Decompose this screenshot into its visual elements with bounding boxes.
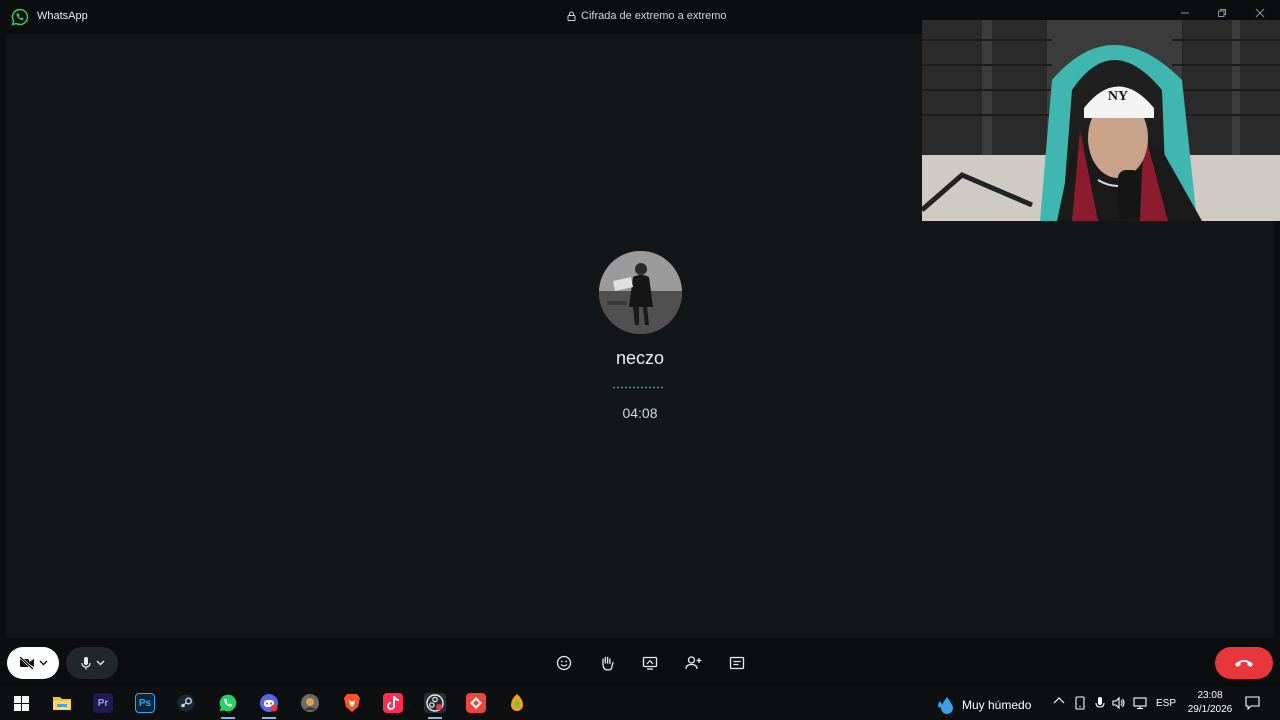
call-status-indicator xyxy=(613,386,663,389)
raise-hand-icon xyxy=(602,656,614,671)
whatsapp-active-indicator xyxy=(221,717,235,719)
discord-active-indicator xyxy=(262,717,276,719)
screen-share-icon xyxy=(642,656,658,670)
obs-icon xyxy=(426,694,444,712)
notification-icon xyxy=(1245,696,1260,711)
chevron-down-icon xyxy=(39,660,47,666)
camera-toggle-button[interactable] xyxy=(7,647,59,679)
taskbar-file-explorer[interactable] xyxy=(52,693,72,713)
share-screen-button[interactable] xyxy=(640,653,660,673)
taskbar-steam[interactable] xyxy=(176,693,196,713)
taskbar-premiere-pro[interactable]: Pr xyxy=(93,693,113,713)
windows-start-button[interactable] xyxy=(11,693,31,713)
add-participant-button[interactable] xyxy=(683,653,703,673)
taskbar-discord[interactable] xyxy=(259,693,279,713)
tray-microphone[interactable] xyxy=(1095,696,1105,713)
windows-logo-icon xyxy=(13,695,29,711)
whatsapp-icon xyxy=(219,694,237,712)
weather-text: Muy húmedo xyxy=(962,698,1032,712)
taskbar-brave[interactable] xyxy=(342,693,362,713)
minimize-icon xyxy=(1181,12,1189,14)
microphone-toggle-button[interactable] xyxy=(66,647,118,679)
taskbar-whatsapp[interactable] xyxy=(218,693,238,713)
clock-time: 23:08 xyxy=(1197,690,1223,701)
photoshop-icon: Ps xyxy=(138,697,152,709)
contact-photo xyxy=(599,251,682,334)
microphone-icon xyxy=(80,657,91,670)
tray-network[interactable] xyxy=(1133,696,1147,713)
taskbar-obs[interactable] xyxy=(424,693,446,713)
folder-icon xyxy=(53,697,71,710)
taskbar-anydesk[interactable] xyxy=(466,693,486,713)
encryption-label: Cifrada de extremo a extremo xyxy=(581,10,727,22)
taskbar-app-circle[interactable] xyxy=(300,693,320,713)
tray-overflow-button[interactable] xyxy=(1053,696,1065,707)
end-call-icon xyxy=(1235,660,1253,667)
fl-studio-icon xyxy=(511,694,523,711)
tray-device[interactable] xyxy=(1074,696,1086,713)
premiere-pro-icon: Pr xyxy=(97,697,109,709)
add-person-icon xyxy=(684,656,701,670)
contact-name: neczo xyxy=(615,348,665,368)
raise-hand-button[interactable] xyxy=(597,653,617,673)
encryption-notice: Cifrada de extremo a extremo xyxy=(567,10,727,22)
emoji-icon xyxy=(556,655,572,671)
brave-icon xyxy=(344,694,360,712)
clock-date: 29/1/2026 xyxy=(1187,704,1233,715)
speaker-icon xyxy=(1112,696,1125,710)
taskbar-photoshop[interactable]: Ps xyxy=(135,693,155,713)
end-call-button[interactable] xyxy=(1215,647,1273,679)
steam-icon xyxy=(177,694,195,712)
tiktok-icon xyxy=(387,695,400,710)
webcam-cap-logo: NY xyxy=(1108,89,1128,104)
camera-off-icon xyxy=(18,656,34,670)
captions-icon xyxy=(729,656,745,670)
reactions-button[interactable] xyxy=(554,653,574,673)
close-button[interactable] xyxy=(1250,6,1270,20)
chevron-up-icon xyxy=(1053,697,1065,704)
weather-widget[interactable]: Muy húmedo xyxy=(936,695,1031,715)
taskbar-clock[interactable]: 23:08 29/1/2026 xyxy=(1182,689,1238,717)
anydesk-icon xyxy=(470,697,482,709)
chevron-down-icon xyxy=(96,660,104,666)
device-icon xyxy=(1075,696,1085,710)
call-duration: 04:08 xyxy=(622,405,658,421)
taskbar-fl-studio[interactable] xyxy=(507,693,527,713)
discord-icon xyxy=(260,694,278,712)
app-name: WhatsApp xyxy=(37,10,88,22)
minimize-button[interactable] xyxy=(1175,6,1195,20)
app-circle-icon xyxy=(301,694,319,712)
network-icon xyxy=(1133,697,1147,710)
tray-volume[interactable] xyxy=(1112,696,1126,713)
webcam-overlay: NY xyxy=(922,20,1280,221)
restore-icon xyxy=(1218,9,1226,17)
windows-taskbar: Pr Ps Muy húmedo ESP 23:08 29/1/2026 xyxy=(0,686,1280,720)
tray-language[interactable]: ESP xyxy=(1156,698,1176,709)
notifications-button[interactable] xyxy=(1245,696,1260,713)
contact-avatar xyxy=(599,251,682,334)
lock-icon xyxy=(567,11,576,21)
webcam-video: NY xyxy=(922,20,1280,221)
obs-active-indicator xyxy=(428,717,442,719)
humidity-drop-icon xyxy=(938,697,953,714)
whatsapp-logo-icon xyxy=(11,8,29,26)
tray-mic-icon xyxy=(1095,697,1105,708)
restore-button[interactable] xyxy=(1212,6,1232,20)
taskbar-tiktok[interactable] xyxy=(383,693,403,713)
call-controls-bar xyxy=(0,640,1280,686)
close-icon xyxy=(1255,8,1265,18)
captions-button[interactable] xyxy=(727,653,747,673)
